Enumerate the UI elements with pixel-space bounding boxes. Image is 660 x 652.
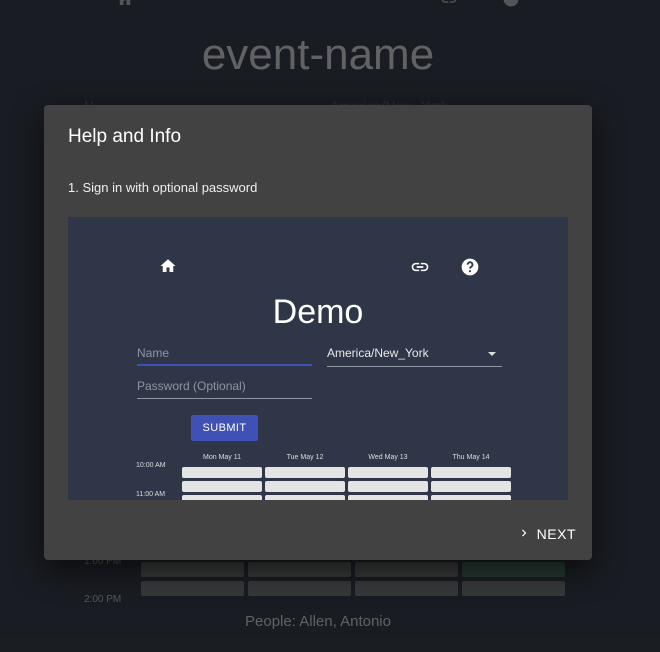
demo-cell [182,481,262,492]
password-placeholder: Password (Optional) [137,379,246,393]
name-underline [137,364,312,366]
demo-cell [348,481,428,492]
step-text: 1. Sign in with optional password [68,180,258,195]
demo-cell [265,481,345,492]
next-label: NEXT [536,526,576,542]
demo-row [182,495,511,500]
demo-cell [348,495,428,500]
link-icon [410,257,430,277]
day-header: Wed May 13 [368,454,408,461]
timezone-underline [327,366,502,367]
day-header: Tue May 12 [286,454,324,461]
dialog-title: Help and Info [68,126,182,147]
next-button[interactable]: NEXT [517,523,576,545]
demo-cell [265,495,345,500]
demo-screenshot: Demo Name America/New_York Password (Opt… [68,217,568,500]
time-label: 10:00 AM [136,462,166,469]
name-placeholder: Name [137,346,170,360]
password-underline [137,398,312,399]
help-dialog: Help and Info 1. Sign in with optional p… [44,105,592,560]
help-icon [460,257,480,277]
demo-cell [431,467,511,478]
chevron-right-icon [517,526,531,543]
demo-cell [265,467,345,478]
demo-row [182,467,511,478]
demo-title: Demo [272,293,364,331]
home-icon [159,257,179,277]
demo-cell [182,495,262,500]
demo-row [182,481,511,492]
demo-cell [431,495,511,500]
day-header: Mon May 11 [203,454,241,461]
demo-cell [348,467,428,478]
demo-cell [431,481,511,492]
caret-down-icon [488,352,496,356]
demo-cell [182,467,262,478]
timezone-select: America/New_York [327,346,429,360]
submit-button: SUBMIT [191,415,258,441]
day-header: Thu May 14 [452,454,490,461]
time-label: 11:00 AM [136,491,166,498]
